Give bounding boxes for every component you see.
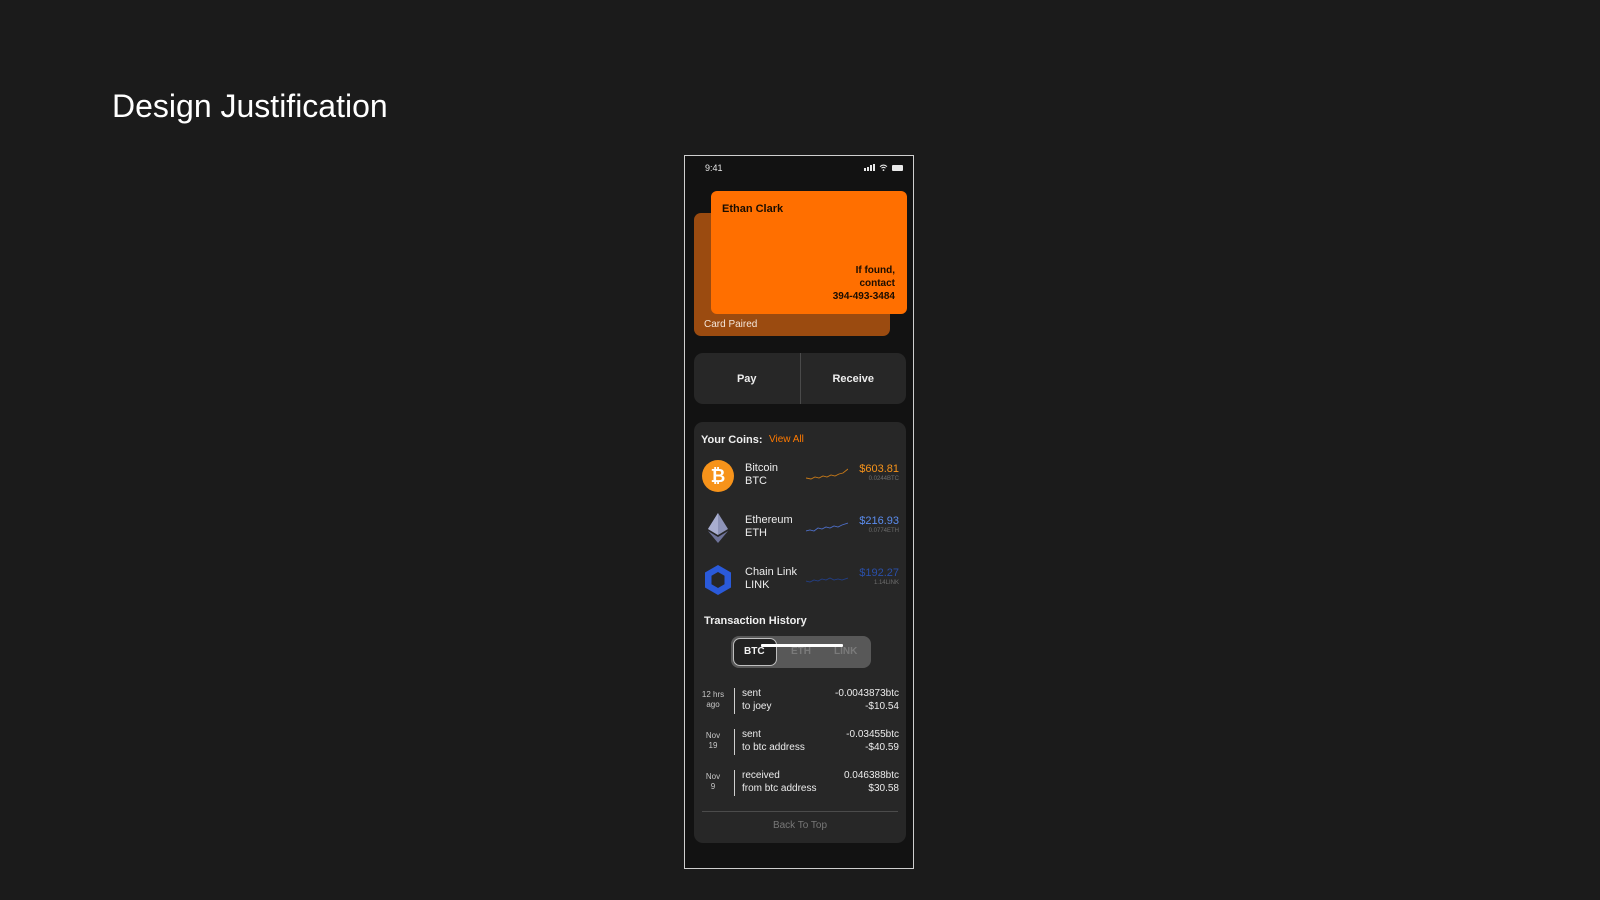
status-time: 9:41 [705,163,723,173]
transaction-description: received from btc address [742,769,816,795]
chainlink-sparkline [806,577,848,583]
transaction-party: to btc address [742,742,805,753]
receive-button[interactable]: Receive [801,353,907,404]
card-contact-line: contact [859,278,895,289]
tab-btc[interactable]: BTC [744,646,765,657]
coin-price-value: $603.81 [859,463,899,475]
transaction-history-heading: Transaction History [704,615,807,627]
coin-name: Chain Link [745,566,797,578]
transaction-date: Nov 19 [694,731,732,751]
coin-symbol: ETH [745,527,767,539]
wallet-card[interactable]: Ethan Clark If found, contact 394-493-34… [711,191,907,314]
coin-row-chainlink[interactable]: Chain Link LINK $192.27 1.14LINK [694,560,906,600]
transaction-date: Nov 9 [694,772,732,792]
chainlink-icon [705,565,731,595]
coin-names: Chain Link LINK [745,566,797,592]
coin-names: Bitcoin BTC [745,462,778,488]
transaction-amount: 0.046388btc $30.58 [844,769,899,795]
view-all-link[interactable]: View All [769,434,804,445]
transaction-divider [734,688,735,714]
status-icons [864,164,903,171]
transaction-amount: -0.03455btc -$40.59 [846,728,899,754]
your-coins-heading: Your Coins: [701,434,763,446]
card-contact-info: If found, contact 394-493-3484 [833,264,895,303]
coin-row-ethereum[interactable]: Ethereum ETH $216.93 0.0774ETH [694,508,906,548]
transaction-row[interactable]: 12 hrs ago sent to joey -0.0043873btc -$… [694,686,906,720]
transaction-type: sent [742,729,761,740]
coin-name: Ethereum [745,514,793,526]
bitcoin-icon: ₿ [702,460,734,492]
transaction-date-line: 9 [710,782,716,791]
transaction-description: sent to joey [742,687,771,713]
pay-button[interactable]: Pay [694,353,800,404]
transaction-date-line: Nov [705,772,721,781]
transaction-amount: -0.0043873btc -$10.54 [835,687,899,713]
coin-price: $192.27 1.14LINK [859,567,899,586]
transaction-party: to joey [742,701,772,712]
transaction-description: sent to btc address [742,728,805,754]
card-holder-name: Ethan Clark [722,203,784,215]
coin-names: Ethereum ETH [745,514,793,540]
transaction-crypto-amount: -0.03455btc [846,729,899,740]
card-contact-line: If found, [855,265,895,276]
transaction-divider [734,729,735,755]
transaction-type: sent [742,688,761,699]
transaction-usd-amount: -$40.59 [865,742,899,753]
coin-price: $216.93 0.0774ETH [859,515,899,534]
transaction-party: from btc address [742,783,817,794]
coin-amount: 0.0244BTC [868,476,899,482]
coin-amount: 0.0774ETH [868,528,899,534]
coins-panel: Your Coins: View All ₿ Bitcoin BTC $603.… [694,422,906,843]
coin-price-value: $192.27 [859,567,899,579]
coin-price-value: $216.93 [859,515,899,527]
phone-mockup: 9:41 Card Paired Ethan Clark If found, c… [684,155,914,869]
coin-row-bitcoin[interactable]: ₿ Bitcoin BTC $603.81 0.0244BTC [694,456,906,496]
slide-title: Design Justification [112,88,388,124]
transaction-date-line: Nov [705,731,721,740]
transaction-usd-amount: -$10.54 [865,701,899,712]
wifi-icon [879,164,888,171]
signal-icon [864,164,875,171]
transaction-usd-amount: $30.58 [868,783,899,794]
coin-price: $603.81 0.0244BTC [859,463,899,482]
transaction-date-line: ago [706,700,720,709]
svg-text:₿: ₿ [711,466,726,486]
transaction-date-line: 19 [708,741,718,750]
transaction-type: received [742,770,780,781]
section-divider [702,811,898,812]
card-contact-phone: 394-493-3484 [832,291,895,302]
back-to-top-button[interactable]: Back To Top [694,820,906,831]
tab-link[interactable]: LINK [834,646,857,657]
coin-tab-switcher: BTC ETH LINK [731,636,871,668]
transaction-crypto-amount: 0.046388btc [843,770,899,781]
transaction-row[interactable]: Nov 19 sent to btc address -0.03455btc -… [694,727,906,761]
card-paired-label: Card Paired [704,319,758,330]
tab-eth[interactable]: ETH [791,646,811,657]
coin-name: Bitcoin [745,462,779,474]
coin-amount: 1.14LINK [873,580,899,586]
ethereum-sparkline [806,522,848,532]
coin-symbol: BTC [745,475,767,487]
action-bar: Pay Receive [694,353,906,404]
status-bar: 9:41 [685,156,913,180]
transaction-row[interactable]: Nov 9 received from btc address 0.046388… [694,768,906,802]
battery-icon [892,164,903,171]
bitcoin-sparkline [806,468,848,480]
transaction-date: 12 hrs ago [694,690,732,710]
ethereum-icon [708,513,728,543]
transaction-divider [734,770,735,796]
coin-symbol: LINK [745,579,770,591]
transaction-date-line: 12 hrs [701,690,725,699]
transaction-crypto-amount: -0.0043873btc [835,688,899,699]
